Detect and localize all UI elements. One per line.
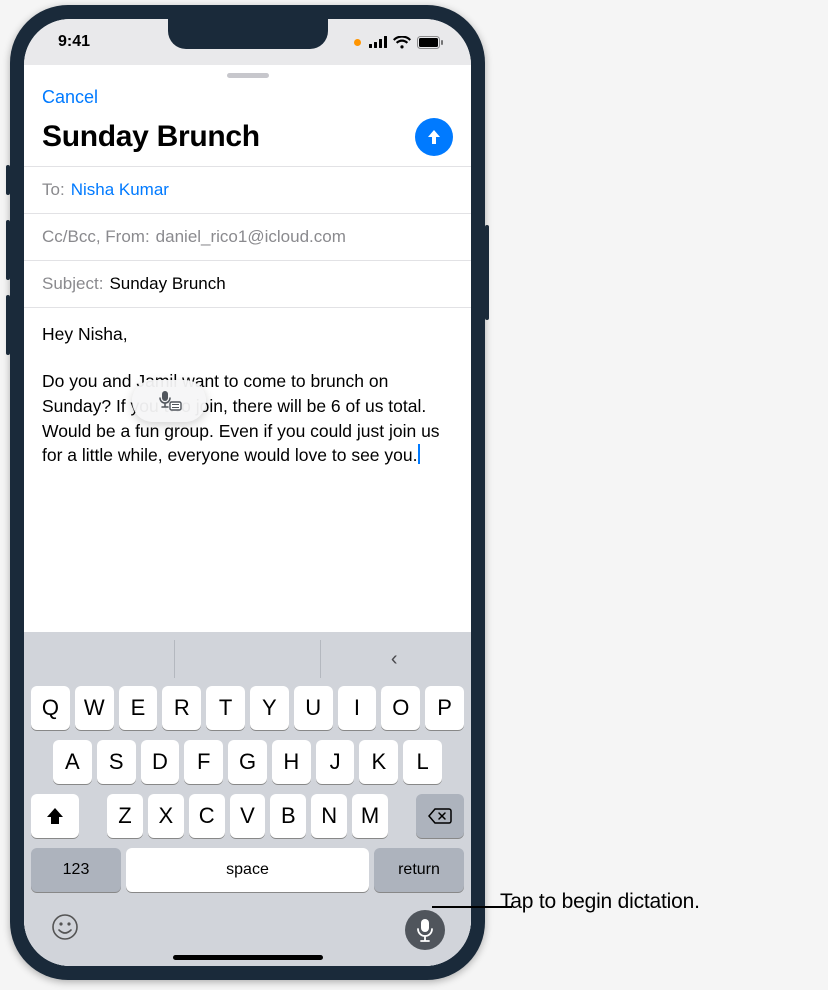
key-n[interactable]: N — [311, 794, 347, 838]
prediction-1[interactable] — [28, 640, 175, 678]
key-w[interactable]: W — [75, 686, 114, 730]
message-body[interactable]: Hey Nisha, Do you and Jamil want to come… — [24, 307, 471, 517]
subject-field[interactable]: Subject: Sunday Brunch — [24, 260, 471, 307]
key-v[interactable]: V — [230, 794, 266, 838]
notch — [168, 19, 328, 49]
power-button — [485, 225, 489, 320]
dictation-button[interactable] — [405, 910, 445, 950]
from-value: daniel_rico1@icloud.com — [156, 227, 346, 247]
mic-keyboard-icon — [156, 390, 182, 412]
mic-indicator-dot — [354, 39, 361, 46]
key-e[interactable]: E — [119, 686, 158, 730]
compose-sheet: Cancel Sunday Brunch To: Nisha Kumar Cc/… — [24, 73, 471, 966]
key-z[interactable]: Z — [107, 794, 143, 838]
key-y[interactable]: Y — [250, 686, 289, 730]
key-d[interactable]: D — [141, 740, 180, 784]
key-g[interactable]: G — [228, 740, 267, 784]
key-p[interactable]: P — [425, 686, 464, 730]
chevron-left-icon: ‹ — [391, 648, 398, 671]
key-h[interactable]: H — [272, 740, 311, 784]
key-k[interactable]: K — [359, 740, 398, 784]
phone-frame: 9:41 Cancel Sunday Brunch To: Nisha — [10, 5, 485, 980]
space-key[interactable]: space — [126, 848, 369, 892]
text-cursor — [418, 444, 420, 464]
emoji-icon — [50, 912, 80, 942]
shift-icon — [45, 807, 65, 825]
delete-icon — [428, 807, 452, 825]
status-time: 9:41 — [58, 33, 90, 51]
return-key[interactable]: return — [374, 848, 464, 892]
key-m[interactable]: M — [352, 794, 388, 838]
send-button[interactable] — [415, 118, 453, 156]
shift-key[interactable] — [31, 794, 79, 838]
key-i[interactable]: I — [338, 686, 377, 730]
volume-up — [6, 220, 10, 280]
compose-title: Sunday Brunch — [42, 120, 260, 154]
mute-switch — [6, 165, 10, 195]
arrow-up-icon — [424, 127, 444, 147]
to-value: Nisha Kumar — [71, 180, 169, 200]
to-label: To: — [42, 180, 65, 200]
prediction-collapse[interactable]: ‹ — [321, 640, 467, 678]
dictation-indicator[interactable] — [132, 380, 206, 422]
home-indicator[interactable] — [173, 955, 323, 960]
key-row-3: ZXCVBNM — [31, 794, 464, 838]
key-o[interactable]: O — [381, 686, 420, 730]
numbers-key[interactable]: 123 — [31, 848, 121, 892]
callout-text: Tap to begin dictation. — [500, 890, 700, 914]
keyboard: ‹ QWERTYUIOP ASDFGHJKL ZXCVBNM 123 — [24, 632, 471, 966]
key-row-1: QWERTYUIOP — [31, 686, 464, 730]
battery-icon — [417, 36, 443, 49]
key-q[interactable]: Q — [31, 686, 70, 730]
cc-label: Cc/Bcc, From: — [42, 227, 150, 247]
key-r[interactable]: R — [162, 686, 201, 730]
delete-key[interactable] — [416, 794, 464, 838]
callout: Tap to begin dictation. — [500, 890, 700, 914]
key-s[interactable]: S — [97, 740, 136, 784]
key-f[interactable]: F — [184, 740, 223, 784]
key-row-4: 123 space return — [31, 848, 464, 892]
body-text: Do you and Jamil want to come to brunch … — [42, 371, 440, 466]
subject-value: Sunday Brunch — [109, 274, 225, 294]
sheet-grabber[interactable] — [227, 73, 269, 78]
key-b[interactable]: B — [270, 794, 306, 838]
cc-bcc-from-field[interactable]: Cc/Bcc, From: daniel_rico1@icloud.com — [24, 213, 471, 260]
key-j[interactable]: J — [316, 740, 355, 784]
key-t[interactable]: T — [206, 686, 245, 730]
cellular-icon — [369, 36, 387, 48]
subject-label: Subject: — [42, 274, 103, 294]
key-u[interactable]: U — [294, 686, 333, 730]
key-c[interactable]: C — [189, 794, 225, 838]
wifi-icon — [393, 36, 411, 49]
prediction-bar: ‹ — [28, 640, 467, 678]
emoji-key[interactable] — [50, 912, 80, 949]
cancel-button[interactable]: Cancel — [42, 87, 98, 108]
key-row-2: ASDFGHJKL — [31, 740, 464, 784]
volume-down — [6, 295, 10, 355]
key-l[interactable]: L — [403, 740, 442, 784]
prediction-2[interactable] — [175, 640, 322, 678]
body-greeting: Hey Nisha, — [42, 322, 453, 347]
key-x[interactable]: X — [148, 794, 184, 838]
key-a[interactable]: A — [53, 740, 92, 784]
microphone-icon — [416, 918, 434, 942]
to-field[interactable]: To: Nisha Kumar — [24, 166, 471, 213]
